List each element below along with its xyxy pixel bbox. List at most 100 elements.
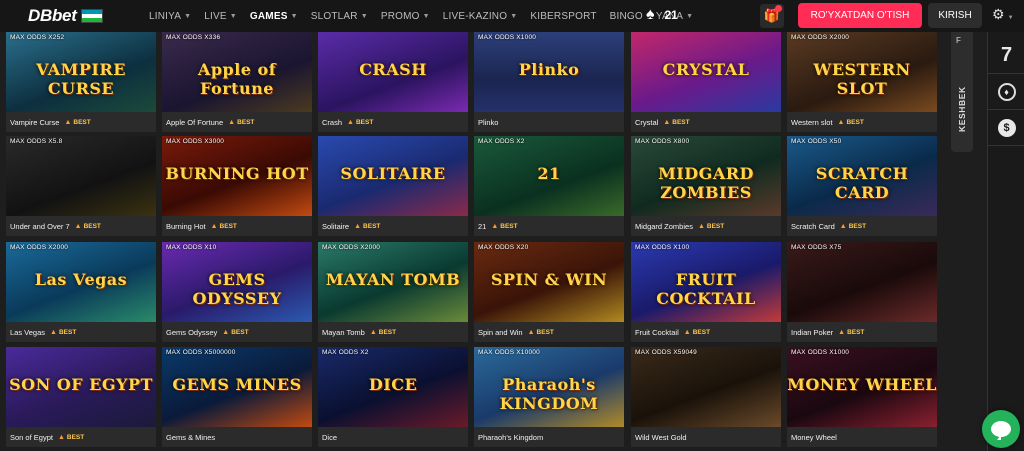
game-artwork-title: Apple of Fortune [197, 60, 277, 98]
gift-icon[interactable]: 🎁 [760, 4, 784, 28]
dollar-coin-button[interactable]: $ [988, 110, 1024, 146]
game-thumbnail[interactable]: MAX ODDS X10000 Pharaoh's KINGDOM [474, 347, 624, 427]
game-thumbnail[interactable]: MAX ODDS X1000 MONEY WHEEL [787, 347, 937, 427]
game-tile-wild-west-gold[interactable]: MAX ODDS X59049 Wild West Gold [631, 347, 781, 447]
game-artwork-title: SPIN & WIN [490, 270, 608, 289]
game-tile-crash[interactable]: CRASH Crash ▲ BEST [318, 32, 468, 132]
nav-item-bingo[interactable]: BINGO [610, 11, 643, 22]
uzbekistan-flag-icon[interactable] [80, 9, 103, 23]
game-tile-vampire-curse[interactable]: MAX ODDS X252 VAMPIRE CURSE Vampire Curse ▲… [6, 32, 156, 132]
settings-gear-icon[interactable]: ⚙ ▼ [992, 6, 1014, 23]
game-thumbnail[interactable]: MAX ODDS X59049 [631, 347, 781, 427]
game-tile-21[interactable]: MAX ODDS X2 21 21 ▲ BEST [474, 136, 624, 236]
game-tile-son-of-egypt[interactable]: SON OF EGYPT Son of Egypt ▲ BEST [6, 347, 156, 447]
game-name: Son of Egypt [10, 432, 53, 442]
game-thumbnail[interactable]: SOLITAIRE [318, 136, 468, 216]
game-tile-pharaoh-s-kingdom[interactable]: MAX ODDS X10000 Pharaoh's KINGDOM Pharaoh'… [474, 347, 624, 447]
chevron-down-icon: ▼ [184, 12, 192, 20]
nav-item-games[interactable]: GAMES ▼ [250, 11, 298, 22]
game-caption: Fruit Cocktail ▲ BEST [631, 322, 781, 342]
game-thumbnail[interactable]: SON OF EGYPT [6, 347, 156, 427]
flame-icon: ▲ [527, 328, 535, 336]
best-badge: ▲ BEST [347, 119, 373, 126]
best-badge: ▲ BEST [663, 119, 689, 126]
nav-item-live[interactable]: LIVE ▼ [204, 11, 237, 22]
nav-item-liniya[interactable]: LINIYA ▼ [149, 11, 191, 22]
game-thumbnail[interactable]: MAX ODDS X50 SCRATCH CARD [787, 136, 937, 216]
best-label: BEST [672, 118, 690, 126]
game-caption: Apple Of Fortune ▲ BEST [162, 112, 312, 132]
game-thumbnail[interactable]: MAX ODDS X75 [787, 242, 937, 322]
game-tile-apple-of-fortune[interactable]: MAX ODDS X336 Apple of Fortune Apple Of Fo… [162, 32, 312, 132]
game-thumbnail[interactable]: MAX ODDS X2000 MAYAN TOMB [318, 242, 468, 322]
nav-item-slotlar[interactable]: SLOTLAR ▼ [311, 11, 368, 22]
game-thumbnail[interactable]: MAX ODDS X252 VAMPIRE CURSE [6, 32, 156, 112]
poker-chip-button[interactable]: ♦ [988, 74, 1024, 110]
game-thumbnail[interactable]: MAX ODDS X10 GEMS ODYSSEY [162, 242, 312, 322]
best-badge: ▲ BEST [222, 329, 248, 336]
game-tile-gems-odyssey[interactable]: MAX ODDS X10 GEMS ODYSSEY Gems Odyssey ▲ BES… [162, 242, 312, 342]
game-artwork-title: WESTERN SLOT [813, 60, 911, 98]
game-tile-under-and-over-7[interactable]: MAX ODDS X5.8 Under and Over 7 ▲ BEST [6, 136, 156, 236]
nav-item-live-kazino[interactable]: LIVE-KAZINO ▼ [443, 11, 518, 22]
game-thumbnail[interactable]: MAX ODDS X800 MIDGARD ZOMBIES [631, 136, 781, 216]
game-thumbnail[interactable]: MAX ODDS X3000 BURNING HOT [162, 136, 312, 216]
game-tile-indian-poker[interactable]: MAX ODDS X75 Indian Poker ▲ BEST [787, 242, 937, 342]
game-tile-fruit-cocktail[interactable]: MAX ODDS X100 FRUIT COCKTAIL Fruit Cocktai… [631, 242, 781, 342]
lucky-seven-button[interactable]: 7 [988, 38, 1024, 74]
best-label: BEST [846, 118, 864, 126]
chat-button[interactable] [982, 410, 1020, 448]
nav-item-promo[interactable]: PROMO ▼ [381, 11, 430, 22]
game-thumbnail[interactable]: MAX ODDS X2000 WESTERN SLOT [787, 32, 937, 112]
game-tile-spin-and-win[interactable]: MAX ODDS X20 SPIN & WIN Spin and Win ▲ BEST [474, 242, 624, 342]
best-badge: ▲ BEST [211, 223, 237, 230]
game-thumbnail[interactable]: MAX ODDS X336 Apple of Fortune [162, 32, 312, 112]
game-thumbnail[interactable]: MAX ODDS X20 SPIN & WIN [474, 242, 624, 322]
game-thumbnail[interactable]: CRYSTAL [631, 32, 781, 112]
best-badge: ▲ BEST [228, 119, 254, 126]
game-artwork-title: CRYSTAL [662, 60, 750, 79]
game-name: Plinko [478, 117, 499, 127]
game-tile-money-wheel[interactable]: MAX ODDS X1000 MONEY WHEEL Money Wheel [787, 347, 937, 447]
logo-text: DBbet [28, 6, 77, 25]
game-artwork-title: 21 [537, 164, 561, 183]
dollar-icon: $ [997, 118, 1016, 137]
game-tile-mayan-tomb[interactable]: MAX ODDS X2000 MAYAN TOMB Mayan Tomb ▲ BEST [318, 242, 468, 342]
max-odds-label: MAX ODDS X252 [10, 34, 65, 41]
game-thumbnail[interactable]: MAX ODDS X1000 Plinko [474, 32, 624, 112]
best-badge: ▲ BEST [354, 223, 380, 230]
game-thumbnail[interactable]: MAX ODDS X5.8 [6, 136, 156, 216]
dbbet-logo[interactable]: DBbet [28, 5, 103, 27]
game-thumbnail[interactable]: MAX ODDS X2 21 [474, 136, 624, 216]
max-odds-label: MAX ODDS X3000 [166, 138, 225, 145]
game-caption: Money Wheel [787, 427, 937, 447]
game-tile-las-vegas[interactable]: MAX ODDS X2000 Las Vegas Las Vegas ▲ BEST [6, 242, 156, 342]
game-tile-solitaire[interactable]: SOLITAIRE Solitaire ▲ BEST [318, 136, 468, 236]
game-tile-plinko[interactable]: MAX ODDS X1000 Plinko Plinko [474, 32, 624, 132]
chevron-down-icon: ▼ [290, 12, 298, 20]
game-caption: Las Vegas ▲ BEST [6, 322, 156, 342]
keshbek-label[interactable]: KESHBEK [957, 86, 967, 132]
game-artwork-title: DICE [368, 375, 418, 394]
flame-icon: ▲ [50, 328, 57, 336]
game-tile-burning-hot[interactable]: MAX ODDS X3000 BURNING HOT Burning Hot ▲ BES… [162, 136, 312, 236]
club-counter[interactable]: ♠ 21 [646, 6, 678, 24]
game-tile-scratch-card[interactable]: MAX ODDS X50 SCRATCH CARD Scratch Card ▲ BES… [787, 136, 937, 236]
game-thumbnail[interactable]: MAX ODDS X2 DICE [318, 347, 468, 427]
nav-item-label: GAMES [249, 10, 288, 22]
game-thumbnail[interactable]: CRASH [318, 32, 468, 112]
nav-item-kibersport[interactable]: KIBERSPORT [530, 11, 596, 22]
game-tile-dice[interactable]: MAX ODDS X2 DICE Dice [318, 347, 468, 447]
game-tile-midgard-zombies[interactable]: MAX ODDS X800 MIDGARD ZOMBIES Midgard Zomb… [631, 136, 781, 236]
game-thumbnail[interactable]: MAX ODDS X2000 Las Vegas [6, 242, 156, 322]
game-thumbnail[interactable]: MAX ODDS X100 FRUIT COCKTAIL [631, 242, 781, 322]
register-button[interactable]: RO'YXATDAN O'TISH [798, 3, 922, 28]
game-caption: Indian Poker ▲ BEST [787, 322, 937, 342]
game-tile-western-slot[interactable]: MAX ODDS X2000 WESTERN SLOT Western slot ▲ B… [787, 32, 937, 132]
game-name: Gems Odyssey [166, 327, 218, 337]
game-tile-gems-mines[interactable]: MAX ODDS X5000000 GEMS MINES Gems & Mines [162, 347, 312, 447]
login-button[interactable]: KIRISH [928, 3, 982, 28]
game-tile-crystal[interactable]: CRYSTAL Crystal ▲ BEST [631, 32, 781, 132]
game-thumbnail[interactable]: MAX ODDS X5000000 GEMS MINES [162, 347, 312, 427]
max-odds-label: MAX ODDS X10 [166, 244, 217, 251]
